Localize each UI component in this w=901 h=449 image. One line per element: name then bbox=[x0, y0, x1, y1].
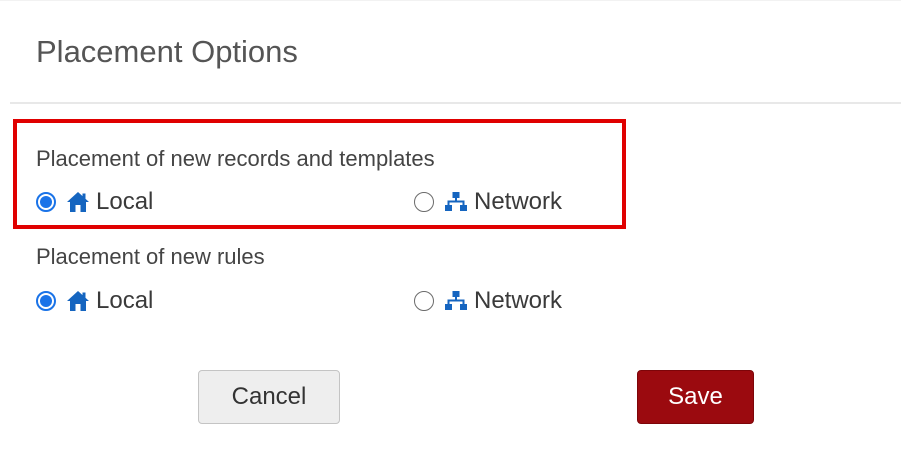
header-divider bbox=[10, 102, 901, 104]
home-icon bbox=[66, 290, 90, 312]
records-network-label: Network bbox=[474, 188, 563, 215]
cancel-button[interactable]: Cancel bbox=[198, 370, 340, 424]
records-placement-label: Placement of new records and templates bbox=[36, 146, 435, 171]
rules-network-label: Network bbox=[474, 287, 563, 314]
rules-network-option[interactable]: Network bbox=[414, 285, 562, 317]
records-local-radio[interactable] bbox=[36, 192, 56, 212]
records-local-label: Local bbox=[96, 188, 154, 215]
rules-local-radio[interactable] bbox=[36, 291, 56, 311]
records-network-radio[interactable] bbox=[414, 192, 434, 212]
placement-options-dialog: Placement Options Placement of new recor… bbox=[0, 0, 901, 449]
save-button[interactable]: Save bbox=[637, 370, 754, 424]
records-network-option[interactable]: Network bbox=[414, 186, 562, 218]
records-local-option[interactable]: Local bbox=[36, 186, 153, 218]
sitemap-icon bbox=[444, 290, 468, 312]
home-icon bbox=[66, 191, 90, 213]
top-border bbox=[0, 0, 901, 1]
rules-network-radio[interactable] bbox=[414, 291, 434, 311]
rules-local-option[interactable]: Local bbox=[36, 285, 153, 317]
rules-placement-label: Placement of new rules bbox=[36, 244, 265, 269]
rules-local-label: Local bbox=[96, 287, 154, 314]
sitemap-icon bbox=[444, 191, 468, 213]
dialog-title: Placement Options bbox=[36, 34, 298, 69]
